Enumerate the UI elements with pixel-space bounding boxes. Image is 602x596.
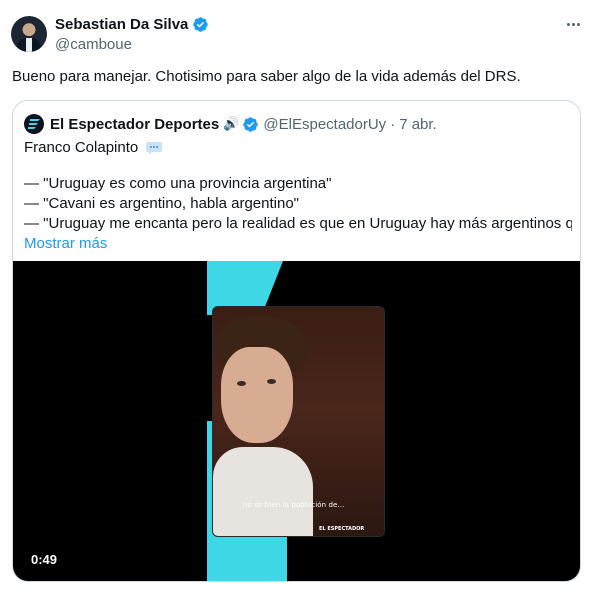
quoted-line: — "Uruguay es como una provincia argenti…: [24, 175, 332, 192]
video-duration: 0:49: [31, 552, 58, 567]
author-handle[interactable]: @camboue: [55, 36, 132, 53]
dot-icon: [571, 22, 575, 26]
video-caption: no se bien la población de...: [243, 501, 345, 509]
quoted-handle[interactable]: @ElEspectadorUy: [263, 116, 386, 133]
video-brand-watermark: EL ESPECTADOR: [319, 526, 365, 532]
quoted-tweet[interactable]: El Espectador Deportes 🔊 @ElEspectadorUy…: [12, 100, 581, 582]
person-shirt: [213, 447, 313, 536]
eye: [267, 379, 276, 384]
separator-dot: ·: [390, 115, 396, 133]
quoted-line: Franco Colapinto: [24, 138, 572, 158]
show-more-link[interactable]: Mostrar más: [24, 234, 572, 254]
avatar-shirt: [26, 38, 32, 52]
espectador-logo-icon: [28, 119, 40, 129]
author-name-row[interactable]: Sebastian Da Silva: [55, 16, 209, 33]
person-face: [221, 347, 293, 443]
verified-badge-icon: [243, 116, 259, 132]
quoted-date[interactable]: 7 abr.: [399, 116, 437, 133]
dot-icon: [566, 22, 570, 26]
speech-bubble-icon: [146, 141, 163, 155]
video-player[interactable]: no se bien la población de... EL ESPECTA…: [13, 261, 580, 581]
quoted-line: — "Cavani es argentino, habla argentino": [24, 195, 299, 212]
quoted-header: El Espectador Deportes 🔊 @ElEspectadorUy…: [24, 114, 437, 134]
quoted-avatar[interactable]: [24, 114, 44, 134]
quoted-name[interactable]: El Espectador Deportes: [50, 116, 219, 133]
speaker-icon: 🔊: [223, 116, 240, 131]
quoted-line-text: Franco Colapinto: [24, 139, 139, 156]
author-name[interactable]: Sebastian Da Silva: [55, 16, 188, 33]
tweet-text: Bueno para manejar. Chotisimo para saber…: [12, 68, 521, 85]
dot-icon: [576, 22, 580, 26]
more-options-button[interactable]: [563, 14, 583, 34]
verified-badge-icon: [193, 17, 209, 32]
author-avatar[interactable]: [11, 16, 47, 52]
eye: [237, 381, 246, 386]
quoted-line: — "Uruguay me encanta pero la realidad e…: [24, 215, 572, 232]
video-frame: no se bien la población de... EL ESPECTA…: [212, 306, 385, 537]
quoted-body: Franco Colapinto — "Uruguay es como una …: [24, 138, 572, 254]
